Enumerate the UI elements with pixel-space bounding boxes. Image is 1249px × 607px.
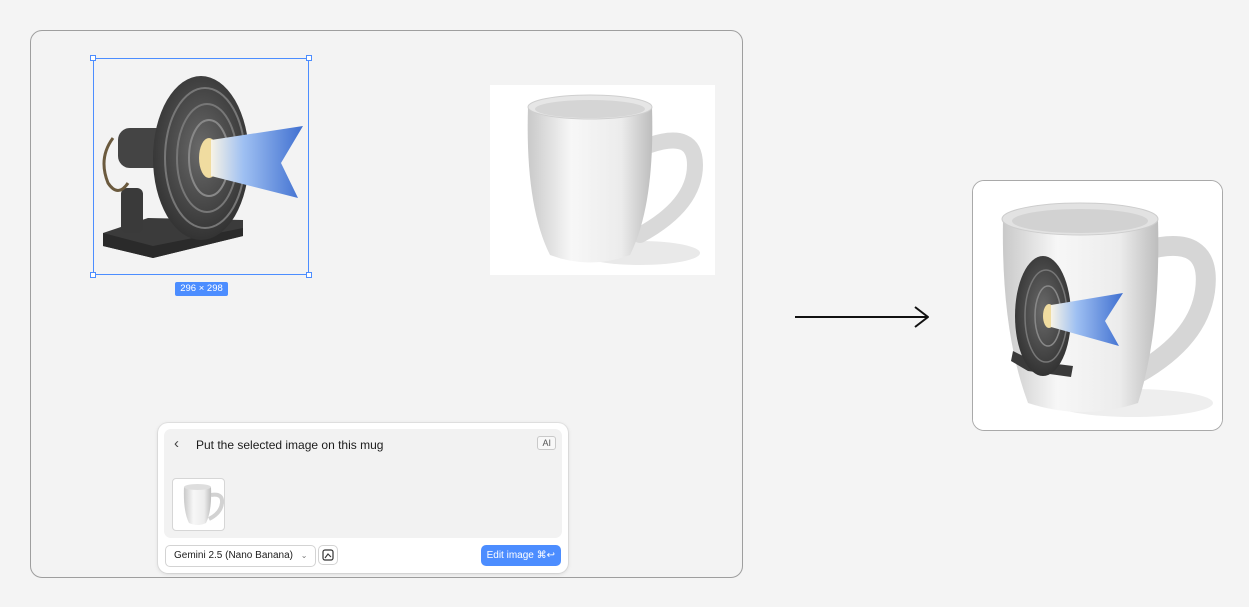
model-select-label: Gemini 2.5 (Nano Banana) (174, 550, 293, 561)
mug-with-projector-icon (973, 181, 1222, 430)
chevron-left-icon[interactable]: ‹ (174, 435, 179, 452)
resize-handle-bottom-left[interactable] (90, 272, 96, 278)
size-badge: 296 × 298 (175, 282, 228, 296)
prompt-input-area[interactable]: ‹ Put the selected image on this mug AI (164, 429, 562, 538)
result-card[interactable] (972, 180, 1223, 431)
resize-handle-top-left[interactable] (90, 55, 96, 61)
ai-badge: AI (537, 436, 556, 450)
image-edit-button[interactable] (318, 545, 338, 565)
white-mug-icon (183, 484, 224, 525)
prompt-panel: ‹ Put the selected image on this mug AI … (158, 423, 568, 573)
chevron-down-icon: ⌄ (300, 551, 308, 560)
resize-handle-top-right[interactable] (306, 55, 312, 61)
white-mug-icon[interactable] (490, 85, 715, 275)
projector-lens-icon[interactable] (93, 58, 309, 275)
arrow-right-icon (795, 306, 929, 328)
attachment-thumbnail[interactable] (172, 478, 225, 531)
resize-handle-bottom-right[interactable] (306, 272, 312, 278)
image-edit-icon (322, 549, 334, 561)
edit-image-button[interactable]: Edit image ⌘↩ (480, 545, 561, 566)
model-select[interactable]: Gemini 2.5 (Nano Banana) ⌄ (165, 545, 317, 567)
prompt-text[interactable]: Put the selected image on this mug (196, 438, 383, 452)
